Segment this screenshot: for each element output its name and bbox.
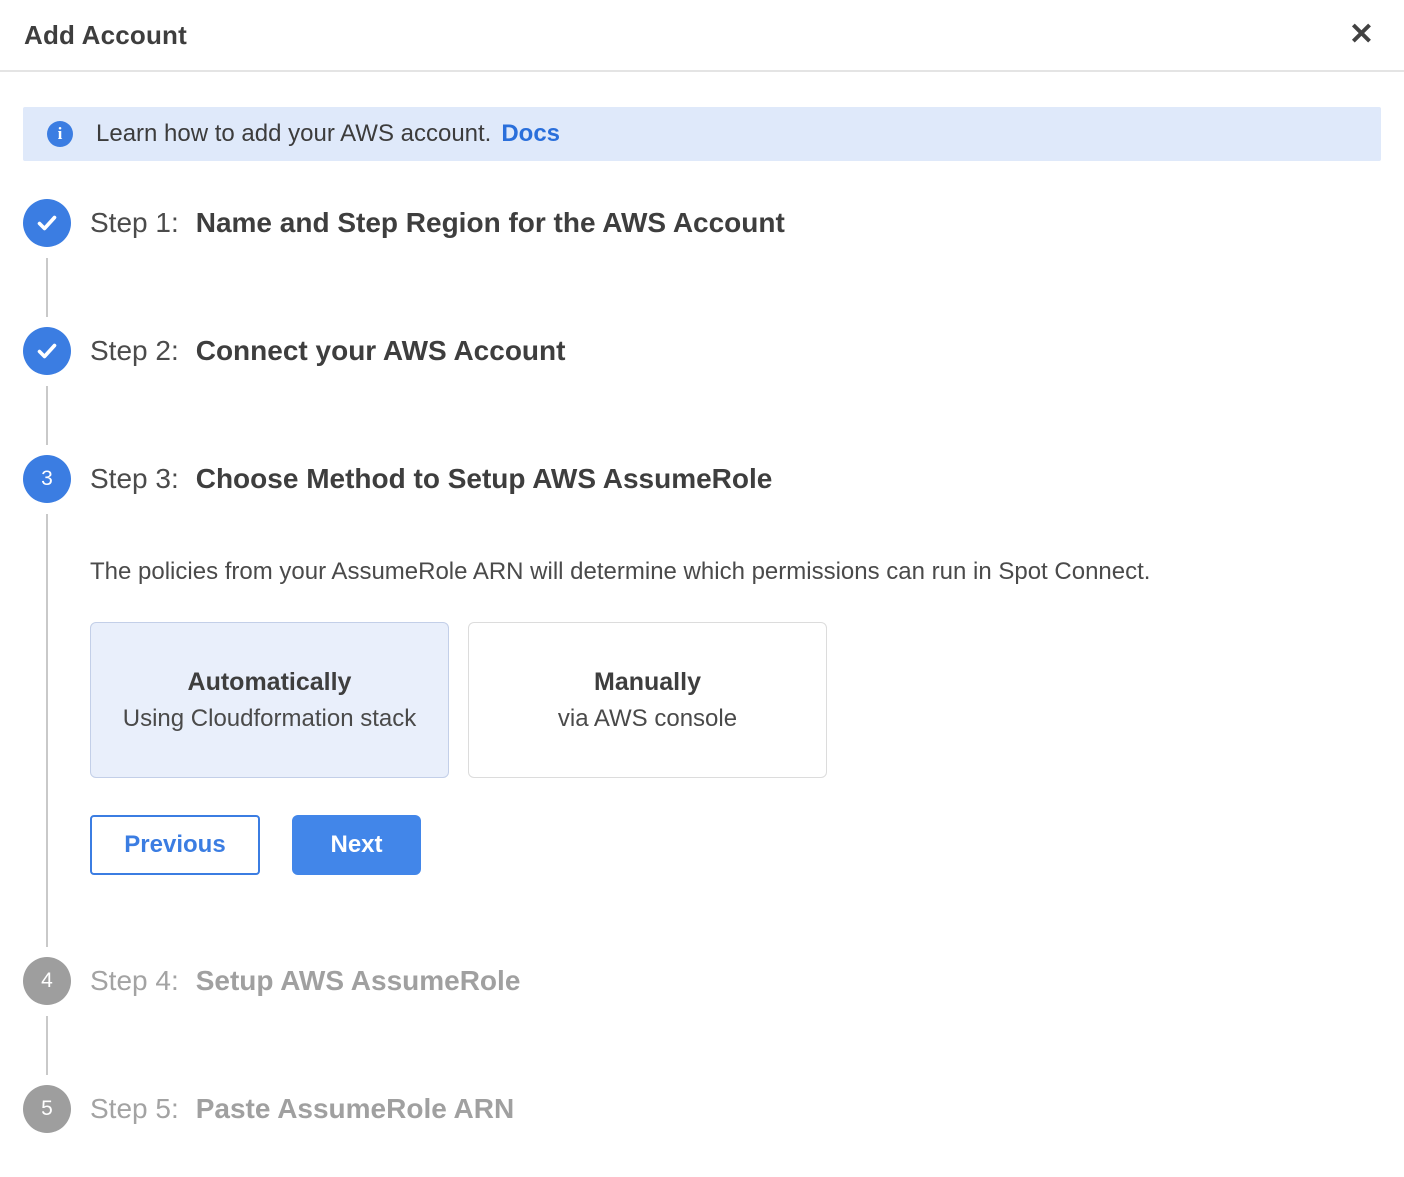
option-subtitle: via AWS console: [558, 705, 737, 733]
step-3: 3 Step 3: Choose Method to Setup AWS Ass…: [23, 455, 1381, 957]
banner-text: Learn how to add your AWS account.: [96, 120, 491, 148]
add-account-modal: Add Account ✕ i Learn how to add your AW…: [0, 0, 1404, 1177]
step-5-title: Paste AssumeRole ARN: [196, 1093, 514, 1125]
step-4: 4 Step 4: Setup AWS AssumeRole: [23, 957, 1381, 1085]
step-5-rail: 5: [23, 1085, 71, 1157]
step-1-rail: [23, 199, 71, 327]
docs-link[interactable]: Docs: [501, 120, 560, 148]
step-3-description: The policies from your AssumeRole ARN wi…: [90, 558, 1381, 586]
step-4-number-badge: 4: [23, 957, 71, 1005]
step-4-body: Step 4: Setup AWS AssumeRole: [90, 957, 1381, 1085]
close-icon[interactable]: ✕: [1343, 16, 1380, 54]
step-1-heading: Step 1: Name and Step Region for the AWS…: [90, 199, 1381, 247]
option-subtitle: Using Cloudformation stack: [123, 705, 416, 733]
step-5-body: Step 5: Paste AssumeRole ARN: [90, 1085, 1381, 1157]
modal-title: Add Account: [24, 20, 187, 51]
option-card-manually[interactable]: Manually via AWS console: [468, 622, 827, 778]
info-icon: i: [47, 121, 73, 147]
info-banner: i Learn how to add your AWS account. Doc…: [23, 107, 1381, 161]
step-1-label: Step 1:: [90, 207, 179, 239]
assume-role-method-options: Automatically Using Cloudformation stack…: [90, 622, 1381, 778]
step-2-body: Step 2: Connect your AWS Account: [90, 327, 1381, 455]
step-1-body: Step 1: Name and Step Region for the AWS…: [90, 199, 1381, 327]
option-title: Manually: [594, 668, 701, 697]
step-4-label: Step 4:: [90, 965, 179, 997]
step-1-check-icon: [23, 199, 71, 247]
modal-content: i Learn how to add your AWS account. Doc…: [0, 72, 1404, 1177]
previous-button[interactable]: Previous: [90, 815, 260, 875]
step-3-title: Choose Method to Setup AWS AssumeRole: [196, 463, 773, 495]
step-3-body: Step 3: Choose Method to Setup AWS Assum…: [90, 455, 1381, 957]
modal-header: Add Account ✕: [0, 0, 1404, 72]
step-2-rail: [23, 327, 71, 455]
step-2-label: Step 2:: [90, 335, 179, 367]
step-2-heading: Step 2: Connect your AWS Account: [90, 327, 1381, 375]
step-connector: [46, 386, 48, 445]
step-3-heading: Step 3: Choose Method to Setup AWS Assum…: [90, 455, 1381, 503]
step-5-number-badge: 5: [23, 1085, 71, 1133]
step-connector: [46, 514, 48, 947]
step-2-check-icon: [23, 327, 71, 375]
step-1: Step 1: Name and Step Region for the AWS…: [23, 199, 1381, 327]
step-4-rail: 4: [23, 957, 71, 1085]
step-4-title: Setup AWS AssumeRole: [196, 965, 521, 997]
step-3-rail: 3: [23, 455, 71, 957]
step-5: 5 Step 5: Paste AssumeRole ARN: [23, 1085, 1381, 1157]
wizard-stepper: Step 1: Name and Step Region for the AWS…: [23, 199, 1381, 1157]
step-connector: [46, 258, 48, 317]
step-5-heading: Step 5: Paste AssumeRole ARN: [90, 1085, 1381, 1133]
step-4-heading: Step 4: Setup AWS AssumeRole: [90, 957, 1381, 1005]
step-3-number-badge: 3: [23, 455, 71, 503]
step-connector: [46, 1016, 48, 1075]
step-3-label: Step 3:: [90, 463, 179, 495]
next-button[interactable]: Next: [292, 815, 421, 875]
step-2-title: Connect your AWS Account: [196, 335, 566, 367]
option-card-automatically[interactable]: Automatically Using Cloudformation stack: [90, 622, 449, 778]
step-5-label: Step 5:: [90, 1093, 179, 1125]
option-title: Automatically: [188, 668, 352, 697]
wizard-buttons: Previous Next: [90, 815, 1381, 875]
step-1-title: Name and Step Region for the AWS Account: [196, 207, 785, 239]
step-2: Step 2: Connect your AWS Account: [23, 327, 1381, 455]
